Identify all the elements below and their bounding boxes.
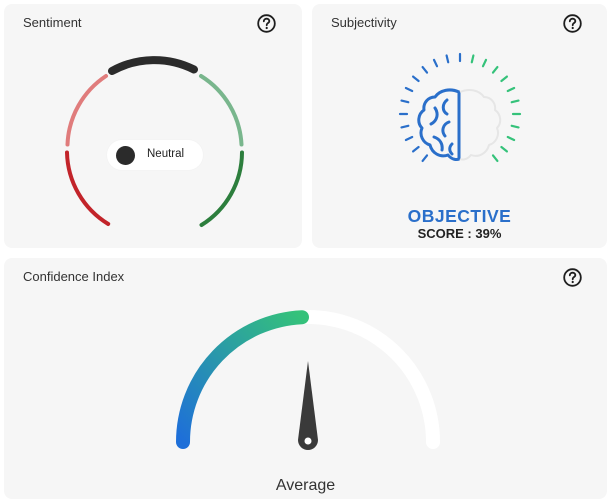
subjectivity-meter	[398, 52, 522, 162]
subjectivity-tick	[500, 145, 508, 153]
subjectivity-label: OBJECTIVE	[407, 206, 512, 226]
subjectivity-tick	[491, 154, 499, 162]
confidence-card: Confidence Index Average	[4, 258, 607, 499]
sentiment-segment-positive-light	[199, 74, 244, 147]
subjectivity-score: SCORE : 39%	[417, 226, 502, 241]
subjectivity-tick	[506, 135, 516, 142]
subjectivity-tick	[506, 86, 516, 93]
confidence-label: Average	[275, 477, 336, 494]
sentiment-segment-negative-light	[65, 74, 108, 147]
subjectivity-tick	[470, 54, 475, 64]
sentiment-indicator: Neutral	[107, 140, 203, 170]
subjectivity-tick	[404, 135, 414, 142]
subjectivity-tick	[421, 65, 429, 74]
brain-icon	[417, 88, 502, 161]
subjectivity-tick	[510, 124, 520, 129]
subjectivity-tick	[500, 75, 508, 83]
confidence-needle	[298, 361, 318, 450]
sentiment-label: Neutral	[147, 148, 185, 160]
sentiment-gauge	[65, 56, 244, 227]
subjectivity-tick	[411, 75, 420, 83]
subjectivity-tick	[491, 65, 499, 74]
subjectivity-tick	[445, 54, 450, 64]
sentiment-segment-negative-strong	[65, 150, 111, 226]
sentiment-segment-positive-strong	[199, 150, 244, 227]
confidence-fill	[176, 310, 309, 449]
sentiment-indicator-dot	[116, 146, 135, 165]
subjectivity-tick	[432, 58, 439, 68]
subjectivity-tick	[404, 86, 414, 93]
subjectivity-tick	[421, 154, 429, 162]
subjectivity-tick	[400, 124, 410, 129]
subjectivity-tick	[400, 99, 410, 104]
confidence-gauge	[176, 310, 440, 450]
subjectivity-tick	[411, 145, 420, 153]
sentiment-segment-neutral	[108, 56, 198, 75]
sentiment-card: Sentiment Neutral	[4, 4, 302, 248]
subjectivity-tick	[481, 58, 488, 68]
subjectivity-card: Subjectivity OBJECTIVE SCORE : 39%	[312, 4, 607, 248]
subjectivity-tick	[510, 99, 520, 104]
